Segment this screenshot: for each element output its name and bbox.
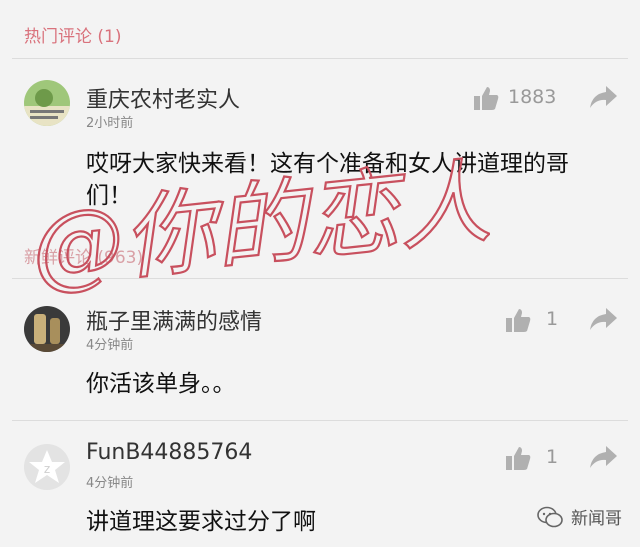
new-comments-header: 新鲜评论 (963) <box>24 248 144 268</box>
comment-username[interactable]: 瓶子里满满的感情 <box>86 304 262 336</box>
divider <box>12 278 628 279</box>
comment-time: 2小时前 <box>86 116 134 131</box>
like-count: 1883 <box>508 86 557 108</box>
comment-text-line: 们！ <box>86 183 132 209</box>
comment-username[interactable]: FunB44885764 <box>86 440 252 465</box>
like-count: 1 <box>546 446 559 468</box>
avatar[interactable] <box>24 80 70 126</box>
comment-time: 4分钟前 <box>86 476 134 491</box>
comment-time: 4分钟前 <box>86 338 134 353</box>
avatar[interactable]: z <box>24 444 70 490</box>
comment-text: 你活该单身。。 <box>86 371 236 397</box>
hot-comments-header: 热门评论 (1) <box>24 27 122 47</box>
like-count: 1 <box>546 308 559 330</box>
thumbs-up-icon[interactable] <box>472 84 500 112</box>
avatar[interactable] <box>24 306 70 352</box>
brand-name: 新闻哥 <box>571 509 622 529</box>
thumbs-up-icon[interactable] <box>504 444 532 472</box>
wechat-icon <box>537 506 563 527</box>
svg-text:z: z <box>44 462 50 476</box>
brand-badge: 新闻哥 <box>537 504 622 529</box>
comment-text: 哎呀大家快来看！这有个准备和女人讲道理的哥 们！ <box>86 148 626 212</box>
share-icon[interactable] <box>588 306 618 332</box>
share-icon[interactable] <box>588 84 618 110</box>
share-icon[interactable] <box>588 444 618 470</box>
comment-username[interactable]: 重庆农村老实人 <box>86 82 240 114</box>
thumbs-up-icon[interactable] <box>504 306 532 334</box>
divider <box>12 58 628 59</box>
divider <box>12 420 628 421</box>
comment-text-line: 哎呀大家快来看！这有个准备和女人讲道理的哥 <box>86 151 569 177</box>
